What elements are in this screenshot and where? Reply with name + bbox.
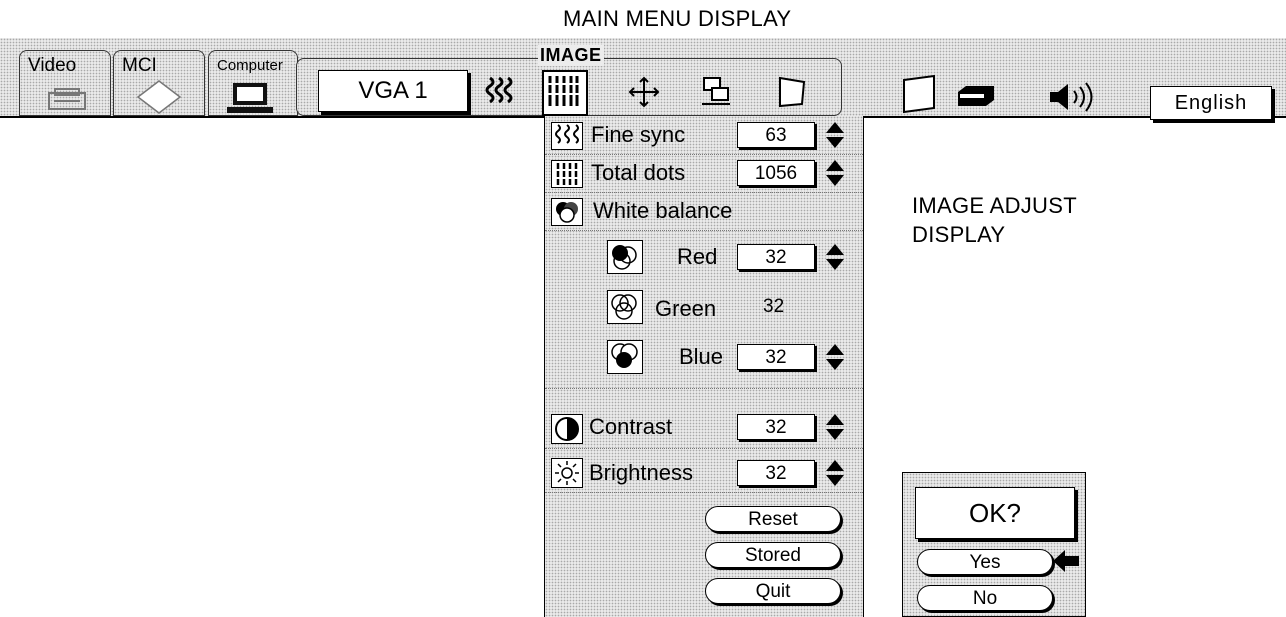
white-balance-row[interactable]: White balance — [545, 192, 863, 231]
no-button[interactable]: No — [917, 585, 1053, 611]
contrast-value[interactable]: 32 — [737, 414, 815, 440]
pc-adjust-icon[interactable] — [698, 74, 734, 110]
video-label: Video — [28, 55, 77, 76]
blue-updown-icon[interactable] — [825, 343, 845, 371]
total-dots-row-icon — [551, 160, 583, 188]
diamond-icon — [136, 79, 182, 120]
speaker-icon[interactable] — [1046, 80, 1100, 119]
green-row: Green 32 — [545, 284, 863, 332]
computer-source-button[interactable]: Computer — [208, 50, 298, 116]
mci-source-button[interactable]: MCI — [113, 50, 205, 116]
green-value: 32 — [763, 296, 785, 317]
position-icon[interactable] — [626, 74, 662, 110]
stored-button[interactable]: Stored — [705, 542, 841, 568]
fine-sync-row-icon — [551, 122, 583, 150]
red-icon — [607, 240, 643, 274]
reset-button[interactable]: Reset — [705, 506, 841, 532]
fine-sync-icon[interactable] — [482, 74, 518, 110]
confirm-prompt: OK? — [915, 487, 1075, 539]
white-balance-icon — [551, 198, 583, 226]
vcr-icon — [46, 87, 90, 118]
image-adjust-caption-line1: IMAGE ADJUST — [912, 193, 1077, 218]
total-dots-updown-icon[interactable] — [825, 159, 845, 187]
main-menu-caption: MAIN MENU DISPLAY — [563, 6, 792, 31]
blue-label: Blue — [679, 344, 724, 369]
red-value[interactable]: 32 — [737, 244, 815, 270]
contrast-icon — [551, 414, 583, 444]
image-adjust-icon[interactable] — [542, 70, 588, 116]
keystone-icon[interactable] — [774, 74, 810, 110]
total-dots-value[interactable]: 1056 — [737, 160, 815, 186]
mci-label: MCI — [122, 55, 157, 76]
confirm-dialog: OK? Yes No — [902, 472, 1086, 617]
contrast-updown-icon[interactable] — [825, 413, 845, 441]
contrast-row[interactable]: Contrast 32 — [545, 410, 863, 449]
image-group-label: IMAGE — [538, 45, 604, 66]
contrast-label: Contrast — [589, 414, 673, 439]
yes-button[interactable]: Yes — [917, 549, 1053, 575]
brightness-value[interactable]: 32 — [737, 460, 815, 486]
brightness-icon — [551, 458, 583, 488]
fine-sync-value[interactable]: 63 — [737, 122, 815, 148]
blue-value[interactable]: 32 — [737, 344, 815, 370]
red-row[interactable]: Red 32 — [545, 230, 863, 284]
brightness-label: Brightness — [589, 460, 693, 485]
red-label: Red — [677, 244, 718, 269]
green-label: Green — [655, 296, 717, 321]
total-dots-row[interactable]: Total dots 1056 — [545, 154, 863, 193]
arrow-left-icon — [1051, 547, 1081, 580]
total-dots-label: Total dots — [591, 160, 686, 185]
brightness-row[interactable]: Brightness 32 — [545, 452, 863, 493]
white-balance-label: White balance — [593, 198, 733, 223]
fine-sync-updown-icon[interactable] — [825, 121, 845, 149]
fine-sync-row[interactable]: Fine sync 63 — [545, 116, 863, 155]
image-adjust-caption-line2: DISPLAY — [912, 222, 1006, 247]
quit-button[interactable]: Quit — [705, 578, 841, 604]
input-mode-display[interactable]: VGA 1 — [318, 70, 468, 112]
projector-icon[interactable] — [956, 84, 996, 113]
language-button[interactable]: English — [1150, 86, 1272, 120]
computer-label: Computer — [217, 57, 283, 74]
screen-icon[interactable] — [900, 74, 942, 121]
blue-row[interactable]: Blue 32 — [545, 332, 863, 389]
video-source-button[interactable]: Video — [19, 50, 111, 116]
green-icon — [607, 290, 643, 324]
red-updown-icon[interactable] — [825, 243, 845, 271]
fine-sync-label: Fine sync — [591, 122, 686, 147]
blue-icon — [607, 340, 643, 374]
brightness-updown-icon[interactable] — [825, 459, 845, 487]
image-adjust-panel: Fine sync 63 Total dots 1056 White balan… — [544, 116, 864, 617]
laptop-icon — [225, 81, 275, 120]
